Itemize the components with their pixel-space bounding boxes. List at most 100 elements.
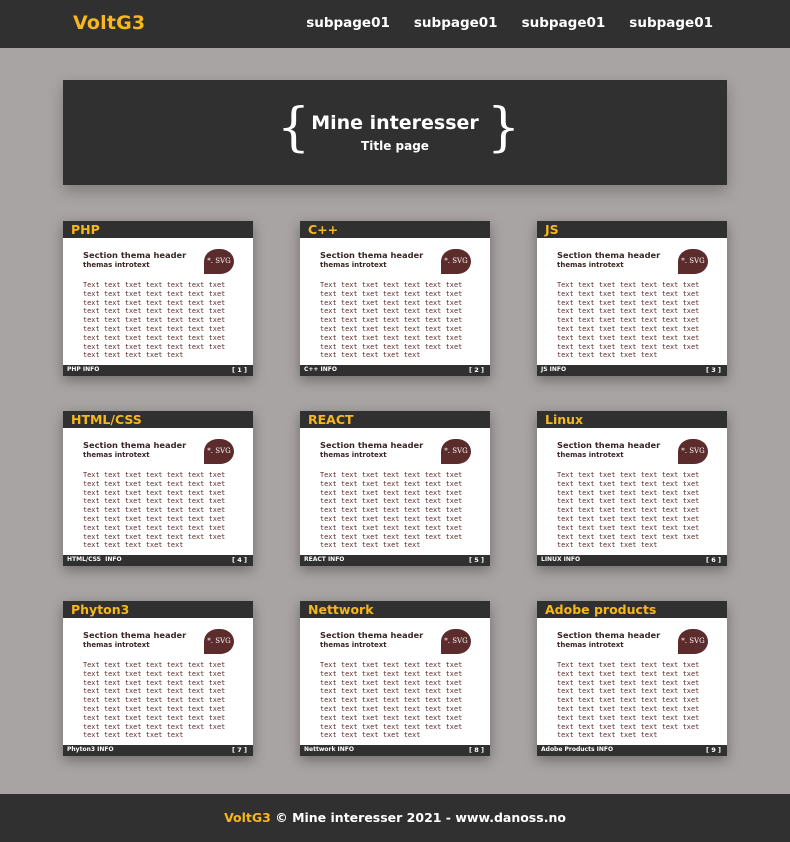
hero-banner: { Mine interesser Title page }: [63, 80, 727, 185]
card-title: PHP: [71, 222, 100, 237]
card-body-text: Text text txet text text text txet text …: [83, 471, 226, 550]
card-footer-number: [ 3 ]: [706, 366, 721, 374]
card-body-text: Text text txet text text text txet text …: [83, 281, 226, 360]
site-footer: VoltG3 © Mine interesser 2021 - www.dano…: [0, 794, 790, 842]
interest-card-linux[interactable]: Linux Section thema header themas introt…: [537, 411, 727, 566]
card-title: HTML/CSS: [71, 412, 142, 427]
card-header: PHP: [63, 221, 253, 238]
footer-text-line: VoltG3 © Mine interesser 2021 - www.dano…: [0, 810, 790, 825]
interest-card-python3[interactable]: Phyton3 Section thema header themas intr…: [63, 601, 253, 756]
section-header: Section thema header: [83, 250, 187, 260]
card-footer-label: Phyton3 INFO: [67, 746, 114, 753]
card-footer-number: [ 9 ]: [706, 746, 721, 754]
card-footer-label: PHP INFO: [67, 366, 100, 373]
card-footer-label: LINUX INFO: [541, 556, 581, 563]
card-footer: REACT INFO [ 5 ]: [300, 555, 490, 566]
interest-card-html-css[interactable]: HTML/CSS Section thema header themas int…: [63, 411, 253, 566]
card-footer: LINUX INFO [ 6 ]: [537, 555, 727, 566]
interest-card-network[interactable]: Nettwork Section thema header themas int…: [300, 601, 490, 756]
section-header: Section thema header: [83, 440, 187, 450]
card-footer-number: [ 6 ]: [706, 556, 721, 564]
section-header: Section thema header: [557, 250, 661, 260]
card-header: Adobe products: [537, 601, 727, 618]
page-subtitle: Title page: [361, 139, 429, 153]
nav-link-subpage-1[interactable]: subpage01: [306, 15, 390, 31]
section-header: Section thema header: [320, 250, 424, 260]
main-nav: subpage01 subpage01 subpage01 subpage01: [306, 15, 713, 31]
card-body-text: Text text txet text text text txet text …: [557, 281, 700, 360]
footer-copyright: © Mine interesser 2021 - www.danoss.no: [270, 810, 566, 825]
section-header: Section thema header: [320, 630, 424, 640]
section-header: Section thema header: [83, 630, 187, 640]
section-introtext: themas introtext: [320, 641, 387, 649]
card-header: Phyton3: [63, 601, 253, 618]
svg-badge-icon: *. SVG: [441, 249, 471, 274]
svg-badge-icon: *. SVG: [204, 629, 234, 654]
card-body-text: Text text txet text text text txet text …: [83, 661, 226, 740]
card-footer-number: [ 2 ]: [469, 366, 484, 374]
card-title: Nettwork: [308, 602, 374, 617]
svg-badge-icon: *. SVG: [204, 249, 234, 274]
card-footer: JS INFO [ 3 ]: [537, 365, 727, 376]
section-introtext: themas introtext: [557, 451, 624, 459]
card-footer: Phyton3 INFO [ 7 ]: [63, 745, 253, 756]
card-body-text: Text text txet text text text txet text …: [557, 471, 700, 550]
card-footer-label: REACT INFO: [304, 556, 345, 563]
svg-badge-icon: *. SVG: [678, 439, 708, 464]
card-title: REACT: [308, 412, 354, 427]
svg-badge-icon: *. SVG: [678, 249, 708, 274]
section-header: Section thema header: [557, 440, 661, 450]
card-footer-number: [ 7 ]: [232, 746, 247, 754]
card-footer: C++ INFO [ 2 ]: [300, 365, 490, 376]
interest-card-adobe-products[interactable]: Adobe products Section thema header them…: [537, 601, 727, 756]
footer-brand: VoltG3: [224, 810, 271, 825]
nav-link-subpage-3[interactable]: subpage01: [522, 15, 606, 31]
card-title: JS: [545, 222, 559, 237]
card-footer: Nettwork INFO [ 8 ]: [300, 745, 490, 756]
card-title: C++: [308, 222, 339, 237]
svg-badge-icon: *. SVG: [441, 439, 471, 464]
page-title: Mine interesser: [311, 112, 479, 134]
interest-card-php[interactable]: PHP Section thema header themas introtex…: [63, 221, 253, 376]
interest-card-js[interactable]: JS Section thema header themas introtext…: [537, 221, 727, 376]
card-footer-number: [ 4 ]: [232, 556, 247, 564]
card-body-text: Text text txet text text text txet text …: [557, 661, 700, 740]
card-header: JS: [537, 221, 727, 238]
section-introtext: themas introtext: [320, 261, 387, 269]
card-header: REACT: [300, 411, 490, 428]
card-footer-label: JS INFO: [541, 366, 567, 373]
card-title: Adobe products: [545, 602, 657, 617]
card-footer-label: Nettwork INFO: [304, 746, 354, 753]
card-header: HTML/CSS: [63, 411, 253, 428]
interest-card-cpp[interactable]: C++ Section thema header themas introtex…: [300, 221, 490, 376]
section-header: Section thema header: [320, 440, 424, 450]
card-footer: HTML/CSS INFO [ 4 ]: [63, 555, 253, 566]
card-title: Linux: [545, 412, 584, 427]
section-introtext: themas introtext: [557, 261, 624, 269]
card-footer-number: [ 5 ]: [469, 556, 484, 564]
card-body-text: Text text txet text text text txet text …: [320, 471, 463, 550]
nav-link-subpage-2[interactable]: subpage01: [414, 15, 498, 31]
card-title: Phyton3: [71, 602, 130, 617]
card-footer-number: [ 1 ]: [232, 366, 247, 374]
card-footer-label: Adobe Products INFO: [541, 746, 614, 753]
section-introtext: themas introtext: [83, 451, 150, 459]
card-footer: Adobe Products INFO [ 9 ]: [537, 745, 727, 756]
top-navbar: VoltG3 subpage01 subpage01 subpage01 sub…: [0, 0, 790, 48]
card-footer-label: HTML/CSS INFO: [67, 556, 122, 563]
section-introtext: themas introtext: [83, 641, 150, 649]
svg-badge-icon: *. SVG: [204, 439, 234, 464]
card-body-text: Text text txet text text text txet text …: [320, 281, 463, 360]
interest-card-react[interactable]: REACT Section thema header themas introt…: [300, 411, 490, 566]
section-introtext: themas introtext: [320, 451, 387, 459]
section-introtext: themas introtext: [557, 641, 624, 649]
section-introtext: themas introtext: [83, 261, 150, 269]
card-header: Linux: [537, 411, 727, 428]
card-header: Nettwork: [300, 601, 490, 618]
card-footer-label: C++ INFO: [304, 366, 337, 373]
site-logo[interactable]: VoltG3: [73, 12, 145, 34]
svg-badge-icon: *. SVG: [441, 629, 471, 654]
card-body-text: Text text txet text text text txet text …: [320, 661, 463, 740]
card-footer: PHP INFO [ 1 ]: [63, 365, 253, 376]
nav-link-subpage-4[interactable]: subpage01: [629, 15, 713, 31]
